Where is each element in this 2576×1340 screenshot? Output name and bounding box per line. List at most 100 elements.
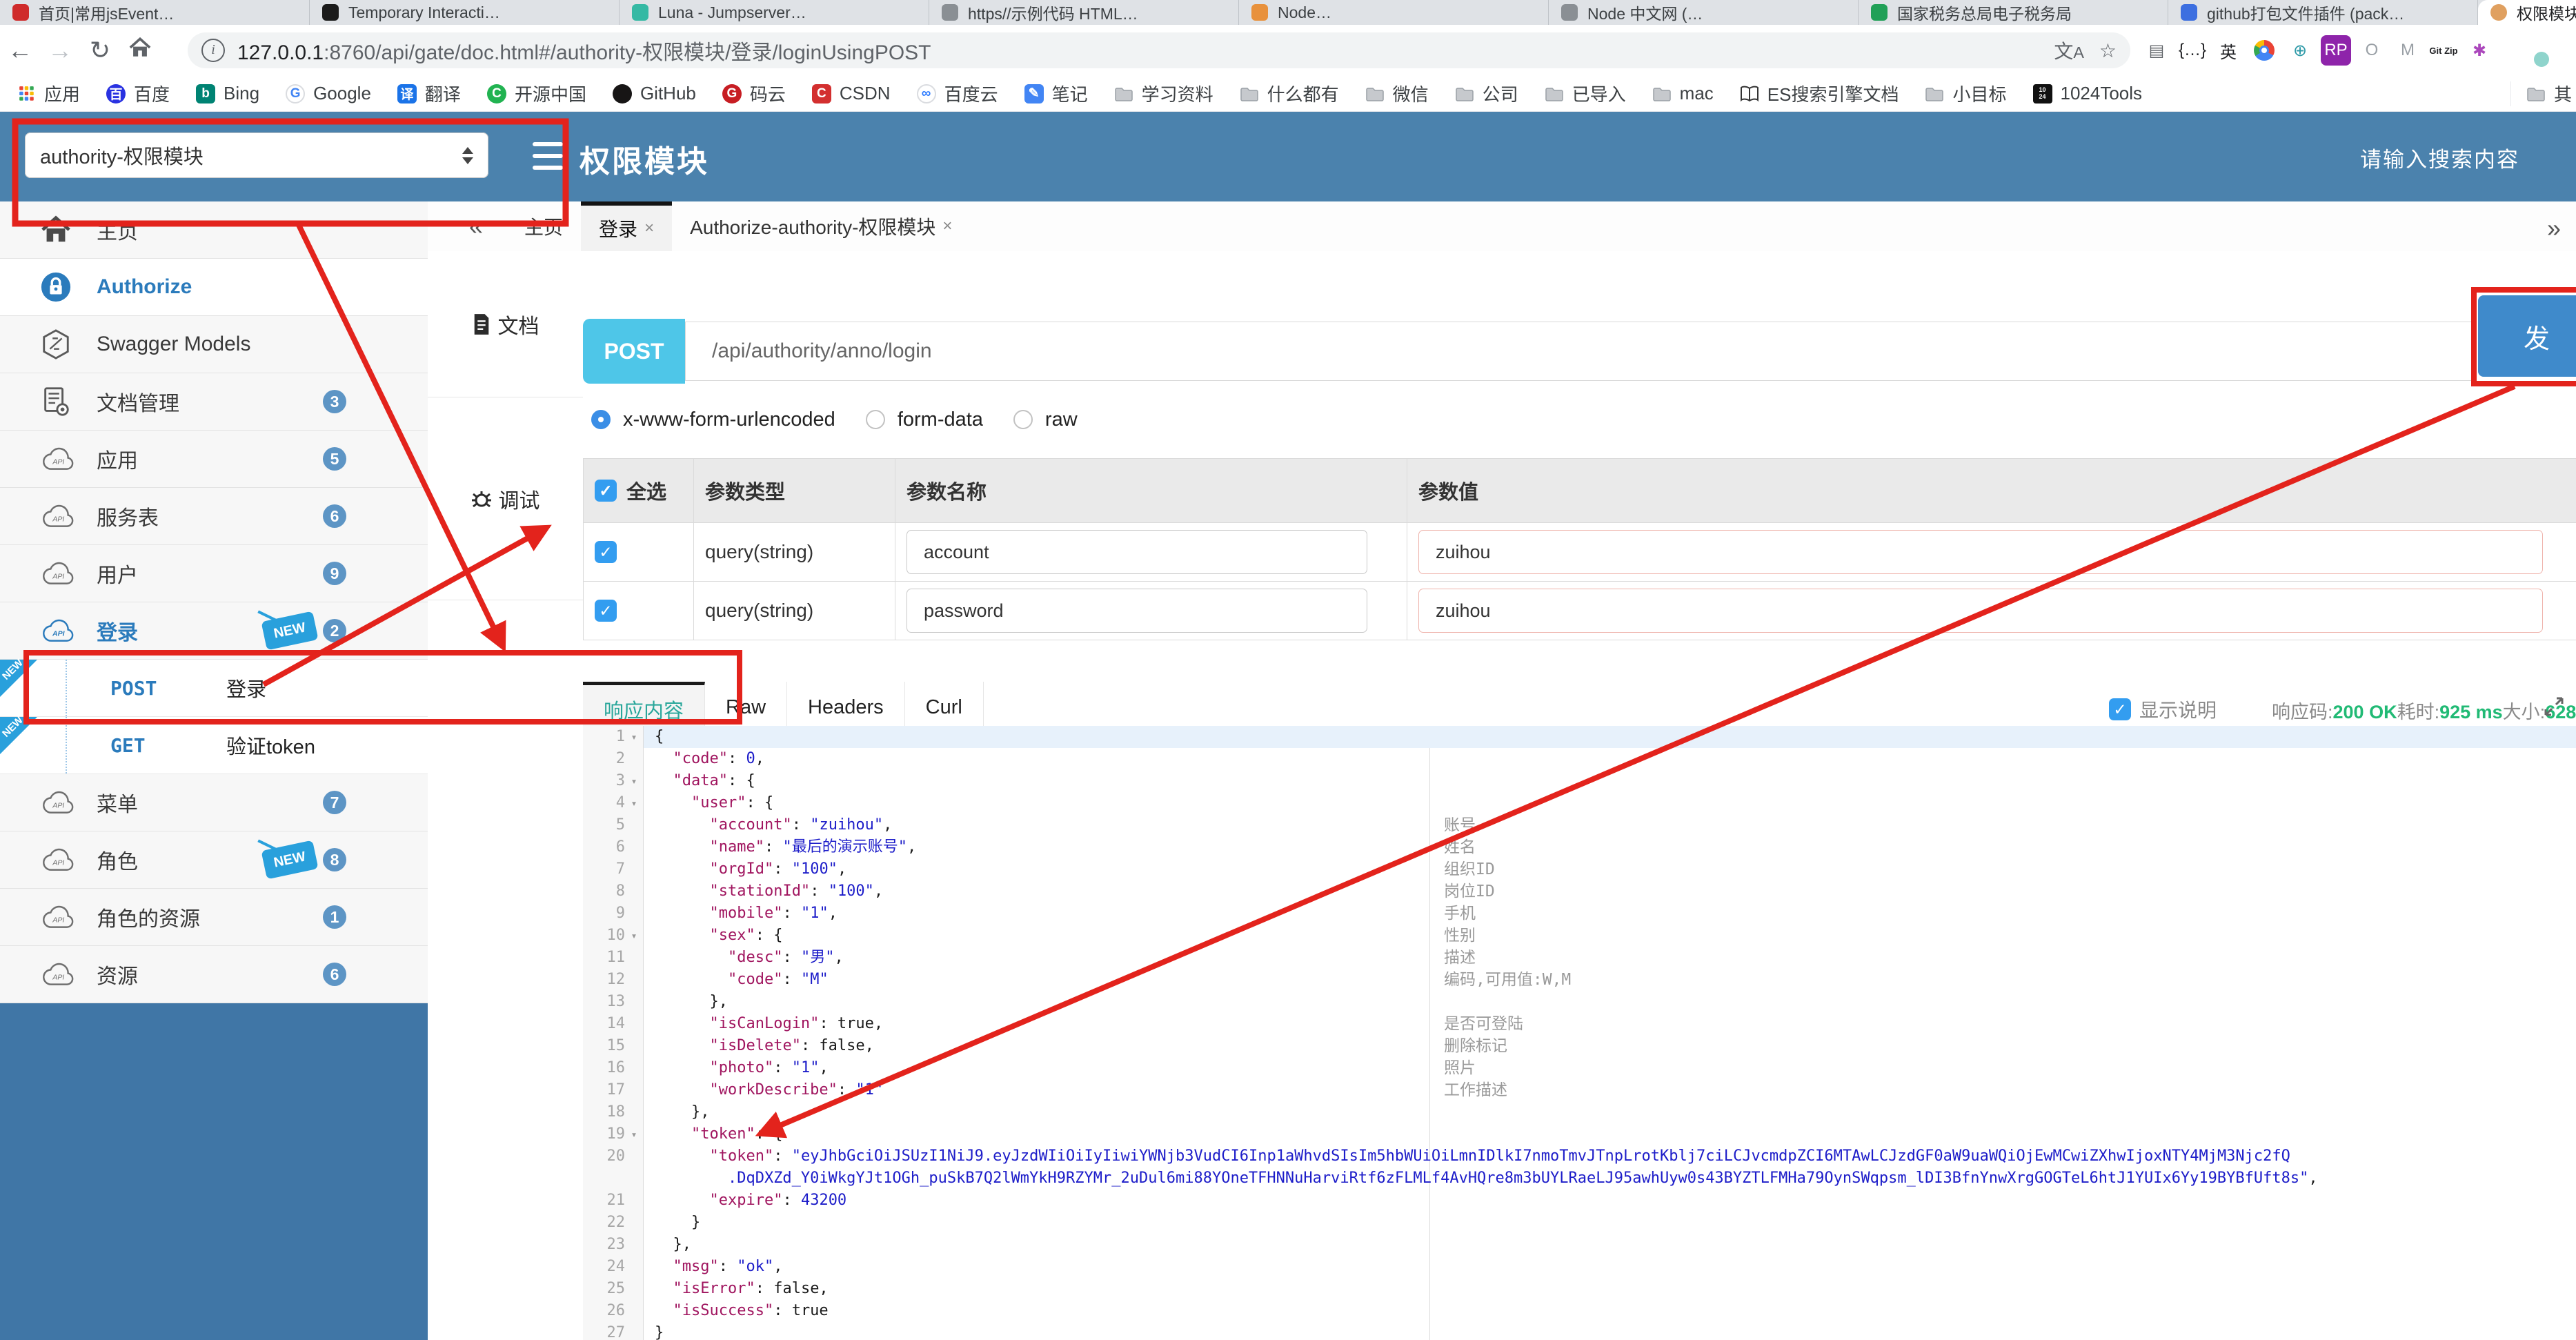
sidebar-item-Authorize[interactable]: Authorize [0, 259, 428, 316]
browser-tab[interactable]: Node… [1239, 0, 1549, 25]
home-icon[interactable] [120, 36, 160, 65]
profile-avatar[interactable] [2517, 44, 2526, 57]
response-tab-Headers[interactable]: Headers [787, 682, 905, 733]
browser-tab[interactable]: https//示例代码 HTML… [929, 0, 1239, 25]
param-value-input[interactable]: zuihou [1418, 589, 2543, 633]
param-name-input[interactable]: account [906, 530, 1367, 574]
extension-icon[interactable]: M [2392, 35, 2423, 66]
collapse-right-icon[interactable]: » [2547, 214, 2561, 243]
doc-tab-主页[interactable]: 主页 [506, 201, 581, 251]
translate-icon[interactable]: 文A [2054, 37, 2084, 64]
count-badge: 8 [323, 848, 346, 871]
response-tab-Raw[interactable]: Raw [705, 682, 788, 733]
radio-form-data[interactable] [865, 410, 885, 429]
header-search-input[interactable]: 请输入搜索内容 [2360, 142, 2519, 173]
extension-icon[interactable]: Git Zip [2428, 35, 2459, 66]
bookmark-item[interactable]: C 开源中国 [486, 81, 586, 106]
tab-debug[interactable]: 调试 [428, 397, 583, 600]
bookmark-item[interactable]: b Bing [196, 83, 259, 104]
bookmark-other-folder[interactable]: 其 [2510, 81, 2576, 106]
browser-tab[interactable]: github打包文件插件 (pack… [2168, 0, 2478, 25]
show-description-checkbox[interactable]: ✓ [2109, 698, 2131, 720]
bookmark-item[interactable]: G Google [286, 83, 371, 104]
tab-close-icon[interactable]: × [644, 219, 654, 238]
bookmark-item[interactable]: 微信 [1365, 81, 1429, 106]
bookmark-item[interactable]: 已导入 [1545, 81, 1626, 106]
tab-document[interactable]: 文档 [428, 251, 583, 397]
fullscreen-icon[interactable] [2543, 696, 2565, 721]
response-tab-Curl[interactable]: Curl [905, 682, 984, 733]
bookmark-item[interactable]: 百百度 [106, 81, 170, 106]
field-comment: 照片 [1444, 1059, 1476, 1077]
radio-x-www-form-urlencoded[interactable] [591, 410, 611, 429]
lock-icon [41, 272, 71, 302]
bookmark-item[interactable]: 什么都有 [1240, 81, 1339, 106]
collapse-left-icon[interactable]: « [469, 212, 483, 241]
extension-icon[interactable]: ✱ [2464, 35, 2495, 66]
sidebar-item-主页[interactable]: 主页 [0, 201, 428, 259]
bookmark-item[interactable]: G 码云 [722, 81, 786, 106]
doc-tab-登录[interactable]: 登录 × [581, 201, 673, 251]
code-line: 10 ▾ "sex": { [583, 925, 2576, 947]
sidebar-endpoint-get[interactable]: NEW GET 验证token [0, 714, 428, 774]
bookmark-item[interactable]: ∞ 百度云 [916, 81, 998, 106]
sidebar-item-服务表[interactable]: API 服务表 6 [0, 488, 428, 545]
browser-tab[interactable]: 国家税务总局电子税务局 [1859, 0, 2168, 25]
bookmark-item[interactable]: 10 24 1024Tools [2032, 83, 2142, 104]
sidebar-endpoint-post[interactable]: NEW POST 登录 [0, 657, 428, 717]
response-tab-响应内容[interactable]: 响应内容 [583, 682, 706, 733]
tab-close-icon[interactable]: × [942, 217, 952, 236]
show-description-toggle[interactable]: ✓ 显示说明 [2109, 696, 2217, 723]
sidebar-item-角色的资源[interactable]: API 角色的资源 1 [0, 889, 428, 946]
code-line: 9 "mobile": "1", [583, 903, 2576, 925]
bookmark-item[interactable]: 学习资料 [1114, 81, 1213, 106]
bookmark-item[interactable]: ✎ 笔记 [1024, 81, 1088, 106]
extension-icon[interactable]: {…} [2177, 35, 2208, 66]
module-select[interactable]: authority-权限模块 [25, 132, 488, 178]
browser-tab[interactable]: Node 中文网 (… [1549, 0, 1859, 25]
send-button[interactable]: 发 [2478, 295, 2576, 377]
bookmark-item[interactable]: GitHub [612, 83, 696, 104]
param-value-input[interactable]: zuihou [1418, 530, 2543, 574]
sidebar-item-角色[interactable]: API 角色 NEW 8 [0, 831, 428, 889]
doc-tab-Authorize-authority-权限模块[interactable]: Authorize-authority-权限模块 × [672, 201, 970, 251]
bookmark-item[interactable]: ES搜索引擎文档 [1740, 81, 1899, 106]
browser-tab[interactable]: 首页|常用jsEvent… [0, 0, 310, 25]
site-info-icon[interactable]: i [201, 39, 225, 62]
extension-icon[interactable]: ⊕ [2285, 35, 2315, 66]
bookmark-item[interactable]: 小目标 [1925, 81, 2007, 106]
bookmark-item[interactable]: 译翻译 [397, 81, 461, 106]
bookmark-star-icon[interactable]: ☆ [2099, 39, 2117, 62]
param-name-input[interactable]: password [906, 589, 1367, 633]
extension-icon[interactable]: RP [2321, 35, 2351, 66]
code-area[interactable]: 1 ▾{2 "code": 0, 3 ▾ "data": {4 ▾ "user": {5… [583, 726, 2576, 1340]
browser-tab-strip[interactable]: 首页|常用jsEvent… Temporary Interacti… Luna … [0, 0, 2576, 25]
browser-tab[interactable]: Temporary Interacti… [310, 0, 620, 25]
sidebar-item-应用[interactable]: API 应用 5 [0, 431, 428, 488]
forward-icon[interactable]: → [40, 36, 80, 65]
browser-tab[interactable]: 权限模块× [2478, 0, 2576, 25]
sidebar-item-用户[interactable]: API 用户 9 [0, 545, 428, 602]
back-icon[interactable]: ← [0, 36, 40, 65]
select-all-checkbox[interactable]: ✓ [595, 480, 617, 502]
menu-toggle-icon[interactable] [533, 142, 563, 170]
reload-icon[interactable]: ↻ [80, 36, 120, 65]
bookmark-item[interactable]: C CSDN [811, 83, 891, 104]
bookmark-item[interactable]: 应用 [18, 81, 80, 106]
bookmark-item[interactable]: mac [1652, 83, 1714, 104]
extension-icon[interactable]: ▤ [2141, 35, 2172, 66]
extension-icon[interactable]: 英 [2213, 35, 2243, 66]
sidebar-item-资源[interactable]: API 资源 6 [0, 946, 428, 1003]
extension-icon[interactable] [2249, 35, 2279, 66]
bookmark-item[interactable]: 公司 [1455, 81, 1518, 106]
sidebar-item-菜单[interactable]: API 菜单 7 [0, 774, 428, 831]
extension-icon[interactable]: O [2357, 35, 2387, 66]
sidebar-item-Swagger Models[interactable]: Swagger Models [0, 316, 428, 373]
sidebar-item-登录[interactable]: API 登录 NEW 2 [0, 602, 428, 660]
row-checkbox[interactable]: ✓ [595, 541, 617, 563]
row-checkbox[interactable]: ✓ [595, 600, 617, 622]
address-input[interactable]: i 127.0.0.1:8760/api/gate/doc.html#/auth… [188, 32, 2130, 68]
sidebar-item-文档管理[interactable]: 文档管理 3 [0, 373, 428, 431]
radio-raw[interactable] [1013, 410, 1033, 429]
browser-tab[interactable]: Luna - Jumpserver… [620, 0, 929, 25]
